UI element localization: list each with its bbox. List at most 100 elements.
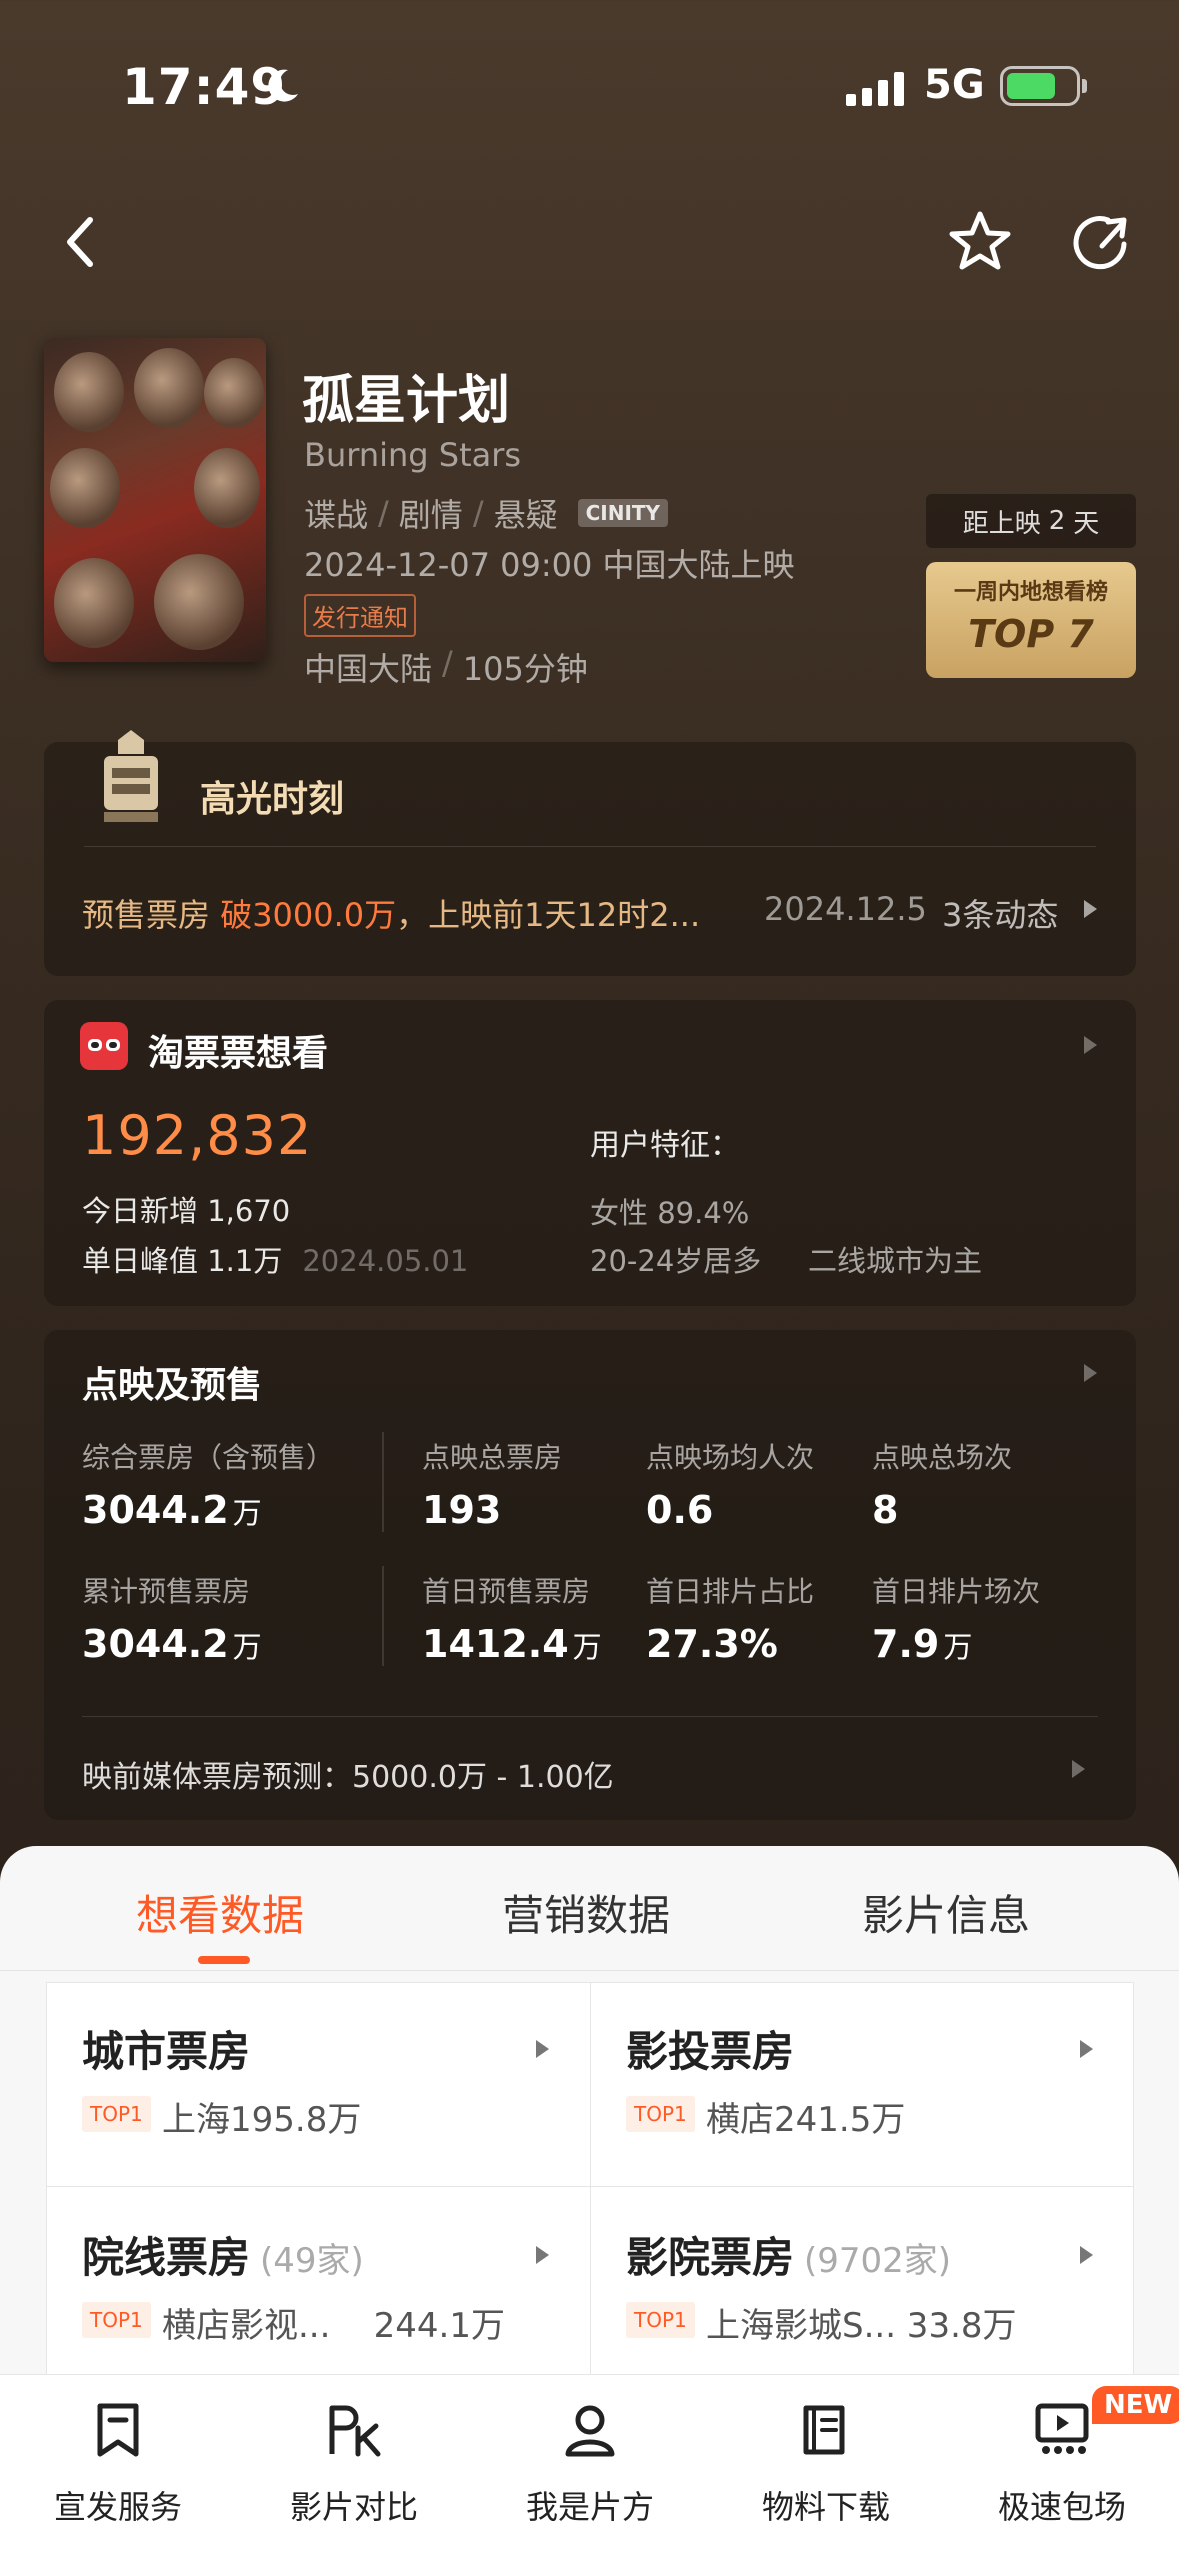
bookmark-icon bbox=[97, 2403, 139, 2457]
rank-label: 一周内地想看榜 bbox=[953, 580, 1108, 605]
stat-label: 点映总票房 bbox=[422, 1441, 563, 1474]
stat-number: 1412.4 bbox=[422, 1622, 569, 1666]
countdown-days: 2 bbox=[1048, 506, 1066, 536]
cell-info: 横店241.5万 bbox=[706, 2100, 906, 2140]
nav-item-materials[interactable]: 物料下载 bbox=[726, 2400, 926, 2528]
cinema-box-office-title[interactable]: 影院票房 (9702家) bbox=[626, 2224, 951, 2285]
notice-tag[interactable]: 发行通知 bbox=[304, 594, 416, 637]
stat-value: 8 bbox=[872, 1488, 902, 1532]
moon-icon bbox=[268, 69, 298, 102]
cell-count: (9702家) bbox=[804, 2241, 952, 2281]
movie-poster[interactable] bbox=[44, 338, 266, 662]
top-badge: TOP1 bbox=[626, 2096, 695, 2132]
user-icon bbox=[565, 2405, 615, 2457]
chevron-right-icon[interactable] bbox=[536, 2246, 549, 2264]
want-peak-date: 2024.05.01 bbox=[302, 1244, 469, 1278]
stat-value: 0.6 bbox=[646, 1488, 717, 1532]
nav-label: 影片对比 bbox=[289, 2488, 418, 2526]
chevron-right-icon[interactable] bbox=[1072, 1760, 1085, 1778]
cell-count: (49家) bbox=[260, 2241, 364, 2281]
stat-unit: 万 bbox=[232, 1630, 262, 1664]
divider bbox=[82, 1716, 1098, 1717]
countdown-prefix: 距上映 bbox=[962, 508, 1041, 539]
signal-icon bbox=[846, 68, 904, 106]
want-today: 今日新增 1,670 bbox=[82, 1194, 291, 1228]
nav-item-compare[interactable]: 影片对比 bbox=[254, 2400, 454, 2528]
highlight-emphasis: 破3000.0万 bbox=[220, 896, 397, 934]
taopiaopiao-logo-icon bbox=[80, 1022, 128, 1070]
chevron-right-icon[interactable] bbox=[1084, 900, 1097, 918]
stat-unit: 万 bbox=[572, 1630, 602, 1664]
nav-item-producer[interactable]: 我是片方 bbox=[490, 2400, 690, 2528]
star-icon[interactable] bbox=[944, 206, 1016, 278]
release-info: 2024-12-07 09:00 中国大陆上映 bbox=[304, 546, 795, 584]
want-peak-value: 单日峰值 1.1万 bbox=[82, 1244, 283, 1278]
investor-box-office-title[interactable]: 影投票房 bbox=[626, 2018, 794, 2079]
chain-box-office-title[interactable]: 院线票房 (49家) bbox=[82, 2224, 364, 2285]
highlight-count[interactable]: 3条动态 bbox=[942, 890, 1058, 936]
clapper-icon bbox=[104, 730, 158, 822]
back-icon[interactable] bbox=[46, 206, 118, 278]
divider bbox=[46, 2186, 1134, 2187]
stat-label: 首日排片占比 bbox=[646, 1575, 815, 1608]
meta-separator: / bbox=[442, 644, 453, 682]
pk-icon bbox=[329, 2405, 381, 2457]
nav-item-publicity[interactable]: 宣发服务 bbox=[18, 2400, 218, 2528]
cell-info: 横店影视... 244.1万 bbox=[162, 2306, 505, 2346]
want-title: 淘票票想看 bbox=[148, 1033, 329, 1074]
stat-value: 1412.4 万 bbox=[422, 1622, 602, 1666]
glasses-icon bbox=[88, 1039, 120, 1051]
city-box-office-title[interactable]: 城市票房 bbox=[82, 2018, 250, 2079]
stat-label: 累计预售票房 bbox=[82, 1575, 251, 1608]
genre-item: 悬疑 bbox=[493, 496, 558, 534]
battery-tip bbox=[1082, 79, 1087, 93]
stat-number: 3044.2 bbox=[82, 1622, 229, 1666]
movie-meta: 中国大陆 / 105分钟 bbox=[304, 644, 588, 690]
highlight-prefix: 预售票房 bbox=[82, 896, 221, 934]
divider bbox=[84, 846, 1096, 847]
genre-separator: / bbox=[378, 494, 389, 532]
tab-marketing-data[interactable]: 营销数据 bbox=[502, 1882, 670, 1943]
chevron-right-icon[interactable] bbox=[536, 2040, 549, 2058]
chevron-right-icon[interactable] bbox=[1080, 2246, 1093, 2264]
stat-label: 首日预售票房 bbox=[422, 1575, 591, 1608]
cell-title: 院线票房 bbox=[82, 2233, 251, 2282]
stat-number: 8 bbox=[872, 1488, 899, 1532]
chevron-right-icon[interactable] bbox=[1080, 2040, 1093, 2058]
rank-value: TOP 7 bbox=[968, 612, 1094, 656]
stat-number: 0.6 bbox=[646, 1488, 714, 1532]
screen-icon bbox=[1035, 2403, 1089, 2454]
movie-title: 孤星计划 bbox=[302, 371, 511, 431]
stat-unit: 万 bbox=[232, 1496, 262, 1530]
user-feature-label: 用户特征： bbox=[590, 1128, 740, 1163]
cell-title: 影投票房 bbox=[626, 2027, 795, 2076]
cell-title: 城市票房 bbox=[82, 2027, 251, 2076]
genre-list: 谍战 / 剧情 / 悬疑 CINITY bbox=[304, 490, 669, 536]
nav-label: 物料下载 bbox=[761, 2488, 890, 2526]
top-badge: TOP1 bbox=[82, 2302, 151, 2338]
chevron-right-icon[interactable] bbox=[1084, 1364, 1097, 1382]
battery-icon bbox=[1000, 66, 1080, 106]
network-label: 5G bbox=[924, 62, 985, 108]
stat-label: 点映场均人次 bbox=[646, 1441, 815, 1474]
rank-badge[interactable]: 一周内地想看榜 TOP 7 bbox=[926, 562, 1136, 678]
divider bbox=[0, 1970, 1179, 1971]
highlight-suffix: ，上映前1天12时2... bbox=[396, 896, 701, 934]
stat-value: 7.9 万 bbox=[872, 1622, 972, 1666]
nav-label: 极速包场 bbox=[997, 2488, 1126, 2526]
share-icon[interactable] bbox=[1064, 206, 1136, 278]
movie-english-title: Burning Stars bbox=[304, 436, 522, 474]
chevron-right-icon[interactable] bbox=[1084, 1036, 1097, 1054]
duration: 105分钟 bbox=[462, 650, 588, 688]
countdown-badge: 距上映 2 天 bbox=[926, 494, 1136, 548]
region: 中国大陆 bbox=[304, 650, 433, 688]
top-badge: TOP1 bbox=[82, 2096, 151, 2132]
new-badge: NEW bbox=[1092, 2386, 1179, 2424]
want-peak: 单日峰值 1.1万 2024.05.01 bbox=[82, 1238, 468, 1280]
tab-movie-info[interactable]: 影片信息 bbox=[862, 1882, 1030, 1943]
stat-number: 193 bbox=[422, 1488, 502, 1532]
forecast-text: 映前媒体票房预测：5000.0万 - 1.00亿 bbox=[82, 1760, 614, 1795]
tab-want-data[interactable]: 想看数据 bbox=[136, 1882, 304, 1943]
nav-label: 我是片方 bbox=[525, 2488, 654, 2526]
divider bbox=[590, 1982, 591, 2382]
